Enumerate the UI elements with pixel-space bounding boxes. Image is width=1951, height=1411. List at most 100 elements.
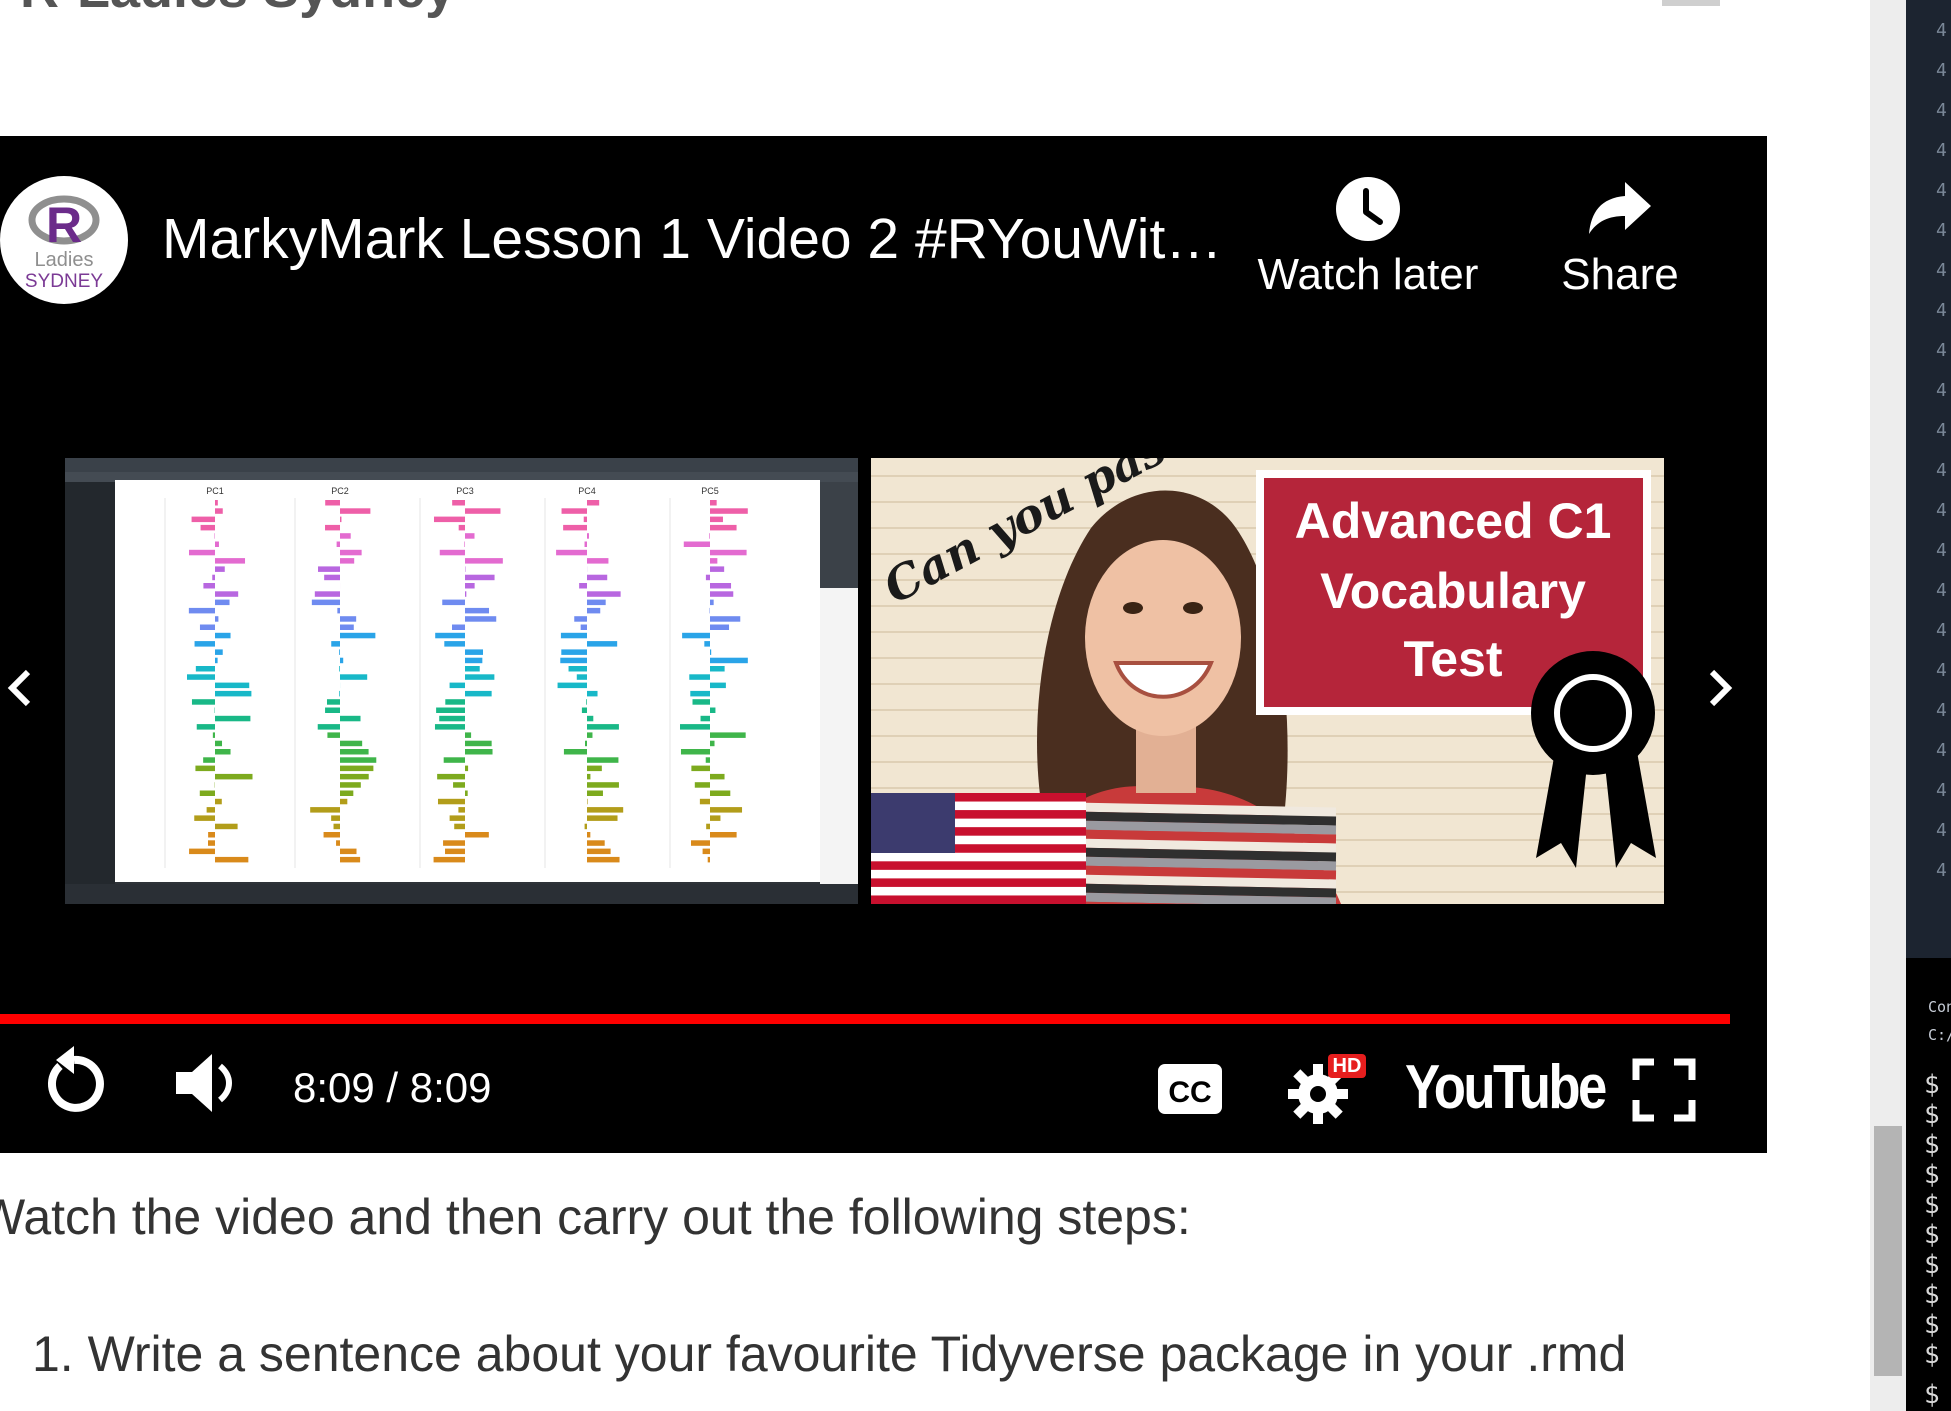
editor-line-number: 4 <box>1936 100 1947 121</box>
share-arrow-icon <box>1589 182 1651 234</box>
editor-line-number: 4 <box>1936 460 1947 481</box>
plot-bar <box>215 856 249 863</box>
plot-bar <box>340 616 357 622</box>
plot-bar <box>710 666 725 672</box>
plot-bar <box>215 508 223 514</box>
console-path-label: C:/ <box>1928 1026 1951 1044</box>
plot-bar <box>195 666 215 672</box>
plot-bar <box>443 757 465 763</box>
plot-bar <box>215 823 238 830</box>
us-flag-icon <box>871 793 1086 904</box>
plot-bar <box>710 558 718 564</box>
plot-bar <box>449 815 465 821</box>
plot-bar <box>188 549 215 556</box>
header-menu-icon[interactable] <box>1662 0 1720 6</box>
plot-bar <box>203 757 215 763</box>
plot-bar <box>465 832 489 838</box>
plot-bar <box>710 549 747 556</box>
youtube-logo[interactable]: YouTube <box>1405 1052 1607 1123</box>
plot-bar <box>340 740 363 747</box>
rstudio-side-panel: Con C:/ $$$$$$$$$$$444444444444444444444… <box>1906 0 1951 1411</box>
plot-bar <box>587 690 598 697</box>
plot-bar <box>465 649 483 655</box>
plot-bar <box>340 674 368 680</box>
plot-bar <box>215 558 246 564</box>
plot-bar <box>331 641 340 647</box>
plot-bar <box>710 624 730 630</box>
plot-bar <box>215 798 222 805</box>
plot-bar <box>325 524 340 531</box>
plot-bar <box>710 583 732 589</box>
svg-text:CC: CC <box>1168 1076 1211 1109</box>
fullscreen-icon[interactable] <box>1632 1058 1696 1122</box>
plot-bar <box>465 574 495 581</box>
share-label: Share <box>1561 250 1679 299</box>
console-prompt-symbol: $ <box>1924 1280 1940 1310</box>
plot-bar <box>445 699 465 705</box>
plot-bar <box>587 533 589 539</box>
editor-line-number: 4 <box>1936 420 1947 441</box>
plot-bar <box>587 724 619 730</box>
plot-bar <box>561 649 587 655</box>
plot-bar <box>682 632 710 639</box>
plot-panel-label: PC4 <box>578 486 596 496</box>
plot-bar <box>310 807 340 813</box>
suggested-video-thumbnail-1[interactable]: PC1 PC2 PC3 PC4 PC5 <box>65 458 858 904</box>
plot-bar <box>340 508 371 514</box>
plot-bar <box>200 524 215 531</box>
plot-bar <box>340 624 354 630</box>
console-tab-label[interactable]: Con <box>1928 998 1951 1016</box>
plot-bar <box>340 558 355 564</box>
plot-bar <box>710 616 741 622</box>
plot-bar <box>587 591 621 597</box>
plot-bar <box>318 566 340 572</box>
plot-bar <box>187 674 215 680</box>
plot-bar <box>435 632 465 639</box>
plot-bar <box>710 599 714 606</box>
progress-bar[interactable] <box>0 1014 1730 1024</box>
captions-icon[interactable]: CC <box>1156 1062 1224 1116</box>
video-title[interactable]: MarkyMark Lesson 1 Video 2 #RYouWit… <box>162 206 1222 272</box>
plot-bar <box>340 773 369 780</box>
plot-bar <box>189 848 215 855</box>
plot-bar <box>587 765 602 772</box>
plot-bar <box>337 607 340 614</box>
plot-bar <box>326 699 340 705</box>
plot-bar <box>680 749 710 755</box>
plot-bar <box>584 823 587 830</box>
plot-bar <box>710 815 721 821</box>
plot-bar <box>325 707 340 713</box>
plot-bar <box>700 715 710 722</box>
plot-bar <box>453 782 465 788</box>
editor-line-number: 4 <box>1936 700 1947 721</box>
plot-bar <box>587 840 605 846</box>
suggested-video-thumbnail-2[interactable]: Advanced C1 Vocabulary Test Can you pass… <box>871 458 1664 904</box>
share-button[interactable]: Share <box>1550 176 1690 300</box>
plot-bar <box>434 724 465 730</box>
plot-bar <box>465 740 492 747</box>
plot-bar <box>340 632 376 639</box>
watch-later-button[interactable]: Watch later <box>1252 176 1484 300</box>
plot-bar <box>325 500 340 506</box>
plot-bar <box>458 807 465 813</box>
plot-bar <box>215 616 219 622</box>
plot-bar <box>340 798 348 805</box>
channel-avatar[interactable]: R Ladies SYDNEY <box>0 176 128 304</box>
plot-bar <box>317 724 340 730</box>
plot-bar <box>331 815 340 821</box>
youtube-player[interactable]: R Ladies SYDNEY MarkyMark Lesson 1 Video… <box>0 136 1767 1153</box>
plot-bar <box>710 591 734 597</box>
chevron-left-icon[interactable] <box>0 656 40 716</box>
plot-panel-label: PC5 <box>701 486 719 496</box>
plot-bar <box>574 616 587 622</box>
chevron-right-icon[interactable] <box>1700 656 1740 716</box>
replay-icon[interactable] <box>40 1046 108 1118</box>
plot-bar <box>705 574 710 581</box>
plot-bar <box>433 516 465 523</box>
page-scrollbar-thumb[interactable] <box>1874 1126 1902 1376</box>
plot-bar <box>587 815 618 821</box>
plot-bar <box>439 715 465 722</box>
plot-bar <box>465 508 501 514</box>
volume-icon[interactable] <box>172 1048 244 1118</box>
plot-bar <box>465 591 467 597</box>
